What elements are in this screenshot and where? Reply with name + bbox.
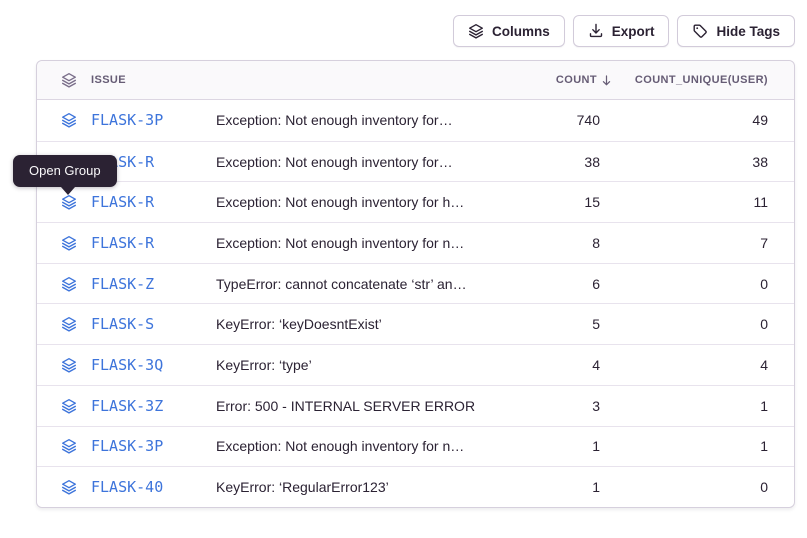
count-value: 8 <box>480 235 600 251</box>
stack-icon[interactable] <box>61 235 77 251</box>
stack-icon[interactable] <box>61 194 77 210</box>
columns-button-label: Columns <box>492 24 550 39</box>
issue-title: Exception: Not enough inventory for h… <box>216 194 480 210</box>
export-button[interactable]: Export <box>573 15 670 47</box>
count-column-header-label: COUNT <box>556 74 597 86</box>
count-unique-value: 0 <box>600 316 768 332</box>
columns-button[interactable]: Columns <box>453 15 565 47</box>
issue-link[interactable]: FLASK-Z <box>91 275 154 293</box>
count-unique-value: 38 <box>600 154 768 170</box>
issue-column-header-label: ISSUE <box>91 74 126 86</box>
count-column-header[interactable]: COUNT <box>480 74 613 87</box>
toolbar: Columns Export Hide Tags <box>453 15 795 47</box>
table-row[interactable]: FLASK-3Q KeyError: ‘type’ 4 4 <box>37 344 794 385</box>
issue-title: Error: 500 - INTERNAL SERVER ERROR <box>216 398 480 414</box>
issue-title: TypeError: cannot concatenate ‘str’ an… <box>216 276 480 292</box>
count-unique-value: 0 <box>600 276 768 292</box>
issue-title: Exception: Not enough inventory for… <box>216 154 480 170</box>
count-value: 6 <box>480 276 600 292</box>
count-unique-value: 0 <box>600 479 768 495</box>
count-value: 1 <box>480 479 600 495</box>
count-unique-value: 1 <box>600 398 768 414</box>
table-row[interactable]: FLASK-3P Exception: Not enough inventory… <box>37 426 794 467</box>
table-row[interactable]: FLASK-3P Exception: Not enough inventory… <box>37 100 794 141</box>
count-unique-value: 49 <box>600 112 768 128</box>
issue-link[interactable]: FLASK-40 <box>91 478 163 496</box>
count-unique-value: 11 <box>600 194 768 210</box>
stack-icon[interactable] <box>61 438 77 454</box>
issue-title: Exception: Not enough inventory for n… <box>216 235 480 251</box>
count-value: 5 <box>480 316 600 332</box>
count-value: 15 <box>480 194 600 210</box>
stack-icon[interactable] <box>61 112 77 128</box>
stack-icon[interactable] <box>61 276 77 292</box>
issue-title: KeyError: ‘RegularError123’ <box>216 479 480 495</box>
count-unique-value: 4 <box>600 357 768 373</box>
table-row[interactable]: FLASK-R Exception: Not enough inventory … <box>37 141 794 182</box>
issue-link[interactable]: FLASK-3Q <box>91 356 163 374</box>
issue-title: KeyError: ‘type’ <box>216 357 480 373</box>
count-unique-value: 1 <box>600 438 768 454</box>
stack-icon[interactable] <box>61 357 77 373</box>
issues-table: ISSUE COUNT COUNT_UNIQUE(USER) <box>36 60 795 508</box>
count-unique-value: 7 <box>600 235 768 251</box>
issue-link[interactable]: FLASK-3P <box>91 437 163 455</box>
count-value: 1 <box>480 438 600 454</box>
hide-tags-button[interactable]: Hide Tags <box>677 15 795 47</box>
count-unique-column-header[interactable]: COUNT_UNIQUE(USER) <box>600 74 768 86</box>
count-value: 38 <box>480 154 600 170</box>
table-row[interactable]: FLASK-R Exception: Not enough inventory … <box>37 222 794 263</box>
count-value: 740 <box>480 112 600 128</box>
issue-title: Exception: Not enough inventory for n… <box>216 438 480 454</box>
table-row[interactable]: FLASK-R Exception: Not enough inventory … <box>37 181 794 222</box>
table-row[interactable]: FLASK-3Z Error: 500 - INTERNAL SERVER ER… <box>37 385 794 426</box>
issue-title: Exception: Not enough inventory for… <box>216 112 480 128</box>
issue-column-header[interactable]: ISSUE <box>61 72 216 88</box>
issue-link[interactable]: FLASK-R <box>91 234 154 252</box>
table-row[interactable]: FLASK-40 KeyError: ‘RegularError123’ 1 0 <box>37 466 794 507</box>
download-icon <box>588 23 604 39</box>
count-value: 4 <box>480 357 600 373</box>
issue-title: KeyError: ‘keyDoesntExist’ <box>216 316 480 332</box>
issue-link[interactable]: FLASK-S <box>91 315 154 333</box>
tag-icon <box>692 23 708 39</box>
stack-icon[interactable] <box>61 398 77 414</box>
stack-icon[interactable] <box>61 479 77 495</box>
issue-link[interactable]: FLASK-R <box>91 193 154 211</box>
table-body: FLASK-3P Exception: Not enough inventory… <box>37 100 794 507</box>
hide-tags-button-label: Hide Tags <box>716 24 780 39</box>
issue-link[interactable]: FLASK-3P <box>91 111 163 129</box>
issue-link[interactable]: FLASK-3Z <box>91 397 163 415</box>
table-row[interactable]: FLASK-S KeyError: ‘keyDoesntExist’ 5 0 <box>37 303 794 344</box>
count-value: 3 <box>480 398 600 414</box>
open-group-tooltip-label: Open Group <box>29 163 101 178</box>
page: Columns Export Hide Tags <box>0 0 807 538</box>
stack-icon[interactable] <box>61 316 77 332</box>
stack-icon <box>468 23 484 39</box>
open-group-tooltip: Open Group <box>13 155 117 187</box>
table-header-row: ISSUE COUNT COUNT_UNIQUE(USER) <box>37 61 794 100</box>
count-unique-column-header-label: COUNT_UNIQUE(USER) <box>635 74 768 86</box>
table-row[interactable]: FLASK-Z TypeError: cannot concatenate ‘s… <box>37 263 794 304</box>
stack-icon <box>61 72 77 88</box>
export-button-label: Export <box>612 24 655 39</box>
